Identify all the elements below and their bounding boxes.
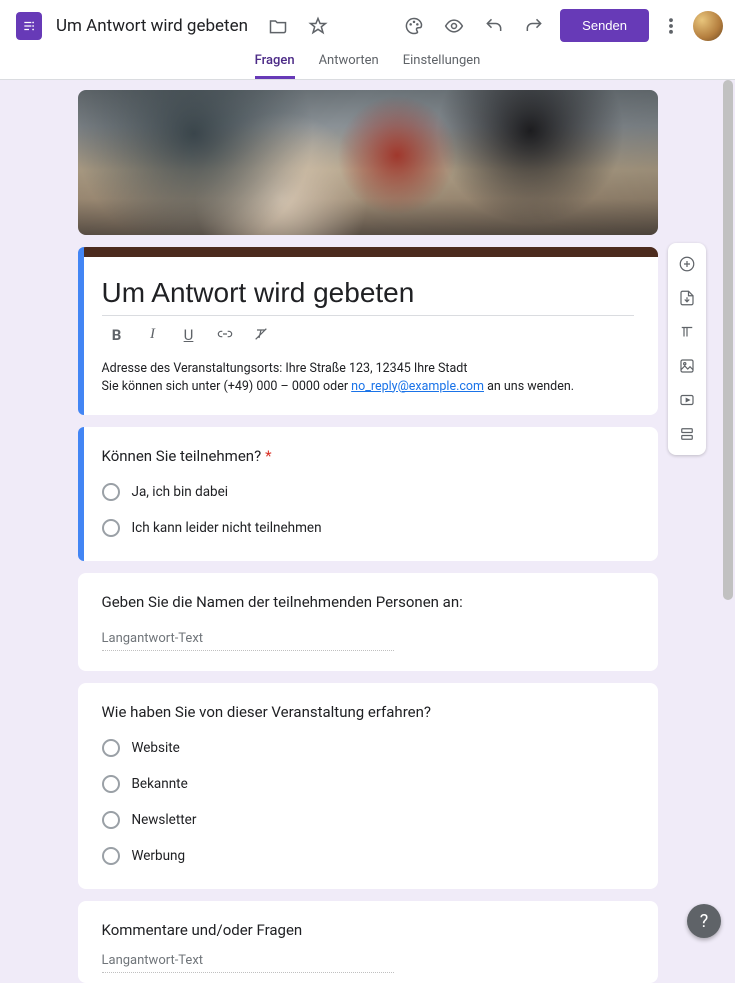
clear-format-icon[interactable] (252, 326, 270, 346)
redo-icon[interactable] (514, 6, 554, 46)
scrollbar-thumb[interactable] (723, 80, 733, 600)
side-toolbar (668, 243, 706, 455)
form-description[interactable]: Adresse des Veranstaltungsorts: Ihre Str… (102, 360, 634, 395)
contact-email-link[interactable]: no_reply@example.com (351, 379, 484, 394)
option-row[interactable]: Newsletter (102, 811, 634, 829)
option-label: Newsletter (132, 812, 197, 828)
add-section-icon[interactable] (668, 417, 706, 451)
customize-theme-icon[interactable] (394, 6, 434, 46)
form-title-input[interactable] (102, 273, 634, 316)
add-image-icon[interactable] (668, 349, 706, 383)
more-options-icon[interactable] (655, 6, 687, 46)
tab-responses[interactable]: Antworten (319, 53, 379, 79)
radio-icon (102, 483, 120, 501)
undo-icon[interactable] (474, 6, 514, 46)
question-card-4[interactable]: Kommentare und/oder Fragen Langantwort-T… (78, 901, 658, 983)
bold-icon[interactable]: B (108, 326, 126, 346)
add-question-icon[interactable] (668, 247, 706, 281)
add-title-icon[interactable] (668, 315, 706, 349)
account-avatar[interactable] (693, 11, 723, 41)
long-answer-placeholder: Langantwort-Text (102, 951, 395, 973)
radio-icon (102, 811, 120, 829)
title-card[interactable]: B I U Adresse des Veranstaltungsorts: Ih… (78, 247, 658, 415)
italic-icon[interactable]: I (144, 326, 162, 346)
question-text: Wie haben Sie von dieser Veranstaltung e… (102, 703, 634, 721)
tab-questions[interactable]: Fragen (255, 53, 295, 79)
option-label: Bekannte (132, 776, 188, 792)
option-row[interactable]: Ja, ich bin dabei (102, 483, 634, 501)
option-label: Ich kann leider nicht teilnehmen (132, 520, 322, 536)
star-icon[interactable] (298, 6, 338, 46)
import-questions-icon[interactable] (668, 281, 706, 315)
option-row[interactable]: Ich kann leider nicht teilnehmen (102, 519, 634, 537)
question-text: Kommentare und/oder Fragen (102, 921, 634, 939)
question-card-3[interactable]: Wie haben Sie von dieser Veranstaltung e… (78, 683, 658, 889)
option-row[interactable]: Bekannte (102, 775, 634, 793)
option-row[interactable]: Website (102, 739, 634, 757)
radio-icon (102, 847, 120, 865)
option-label: Website (132, 740, 180, 756)
scrollbar[interactable] (721, 80, 735, 912)
format-toolbar: B I U (102, 316, 634, 360)
radio-icon (102, 519, 120, 537)
form-title[interactable]: Um Antwort wird gebeten (56, 16, 248, 36)
link-icon[interactable] (216, 326, 234, 346)
option-label: Ja, ich bin dabei (132, 484, 229, 500)
required-indicator: * (265, 447, 271, 465)
send-button[interactable]: Senden (560, 9, 649, 42)
form-header-image[interactable] (78, 90, 658, 235)
option-label: Werbung (132, 848, 186, 864)
option-row[interactable]: Werbung (102, 847, 634, 865)
radio-icon (102, 739, 120, 757)
radio-icon (102, 775, 120, 793)
question-text: Geben Sie die Namen der teilnehmenden Pe… (102, 593, 634, 611)
add-video-icon[interactable] (668, 383, 706, 417)
long-answer-placeholder: Langantwort-Text (102, 629, 395, 651)
question-card-2[interactable]: Geben Sie die Namen der teilnehmenden Pe… (78, 573, 658, 671)
move-to-folder-icon[interactable] (258, 6, 298, 46)
question-text: Können Sie teilnehmen?* (102, 447, 634, 465)
forms-logo-icon[interactable] (16, 12, 42, 40)
preview-icon[interactable] (434, 6, 474, 46)
question-card-1[interactable]: Können Sie teilnehmen?* Ja, ich bin dabe… (78, 427, 658, 561)
tab-settings[interactable]: Einstellungen (403, 53, 481, 79)
help-button[interactable]: ? (687, 904, 721, 938)
underline-icon[interactable]: U (180, 326, 198, 346)
